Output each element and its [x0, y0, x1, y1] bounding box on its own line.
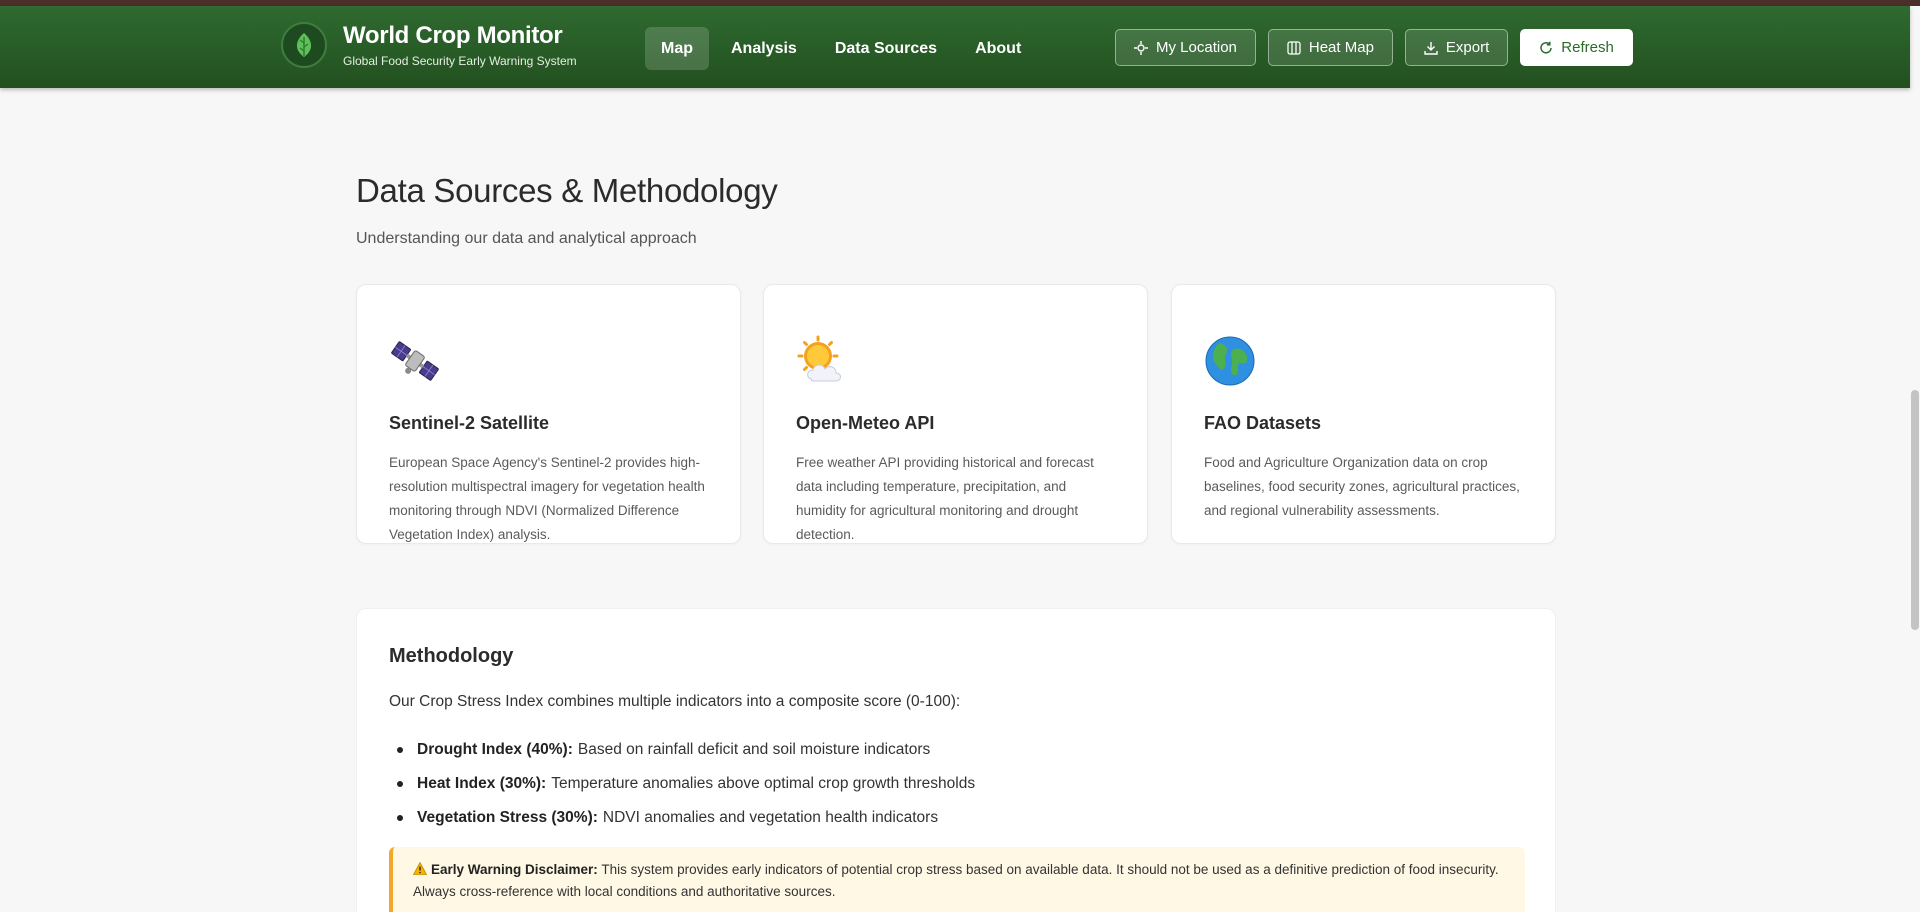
- card-open-meteo: Open-Meteo API Free weather API providin…: [763, 284, 1148, 544]
- indicator-label: Heat Index (30%):: [417, 775, 547, 792]
- bullet-dot: [397, 781, 403, 787]
- page-scrollbar[interactable]: [1911, 390, 1919, 630]
- data-sources-section: Data Sources & Methodology Understanding…: [356, 172, 1556, 912]
- nav-item-analysis[interactable]: Analysis: [715, 27, 813, 70]
- early-warning-disclaimer: Early Warning Disclaimer: This system pr…: [389, 847, 1525, 912]
- card-description: Free weather API providing historical an…: [796, 455, 1094, 542]
- export-button[interactable]: Export: [1404, 29, 1509, 66]
- card-title: FAO Datasets: [1204, 413, 1322, 433]
- export-label: Export: [1445, 39, 1490, 56]
- indicator-text: Based on rainfall deficit and soil moist…: [577, 741, 931, 758]
- my-location-label: My Location: [1156, 39, 1237, 56]
- globe-icon: [1204, 335, 1256, 387]
- list-item: Vegetation Stress (30%): NDVI anomalies …: [389, 801, 975, 835]
- refresh-icon: [1540, 41, 1553, 54]
- card-sentinel-2: Sentinel-2 Satellite European Space Agen…: [356, 284, 741, 544]
- nav-item-about[interactable]: About: [959, 27, 1037, 70]
- refresh-button[interactable]: Refresh: [1520, 29, 1633, 66]
- indicator-label: Vegetation Stress (30%):: [417, 809, 598, 826]
- satellite-icon: [389, 335, 441, 387]
- header-actions: My Location Heat Map Export Refresh: [1115, 29, 1633, 66]
- list-item: Drought Index (40%): Based on rainfall d…: [389, 733, 975, 767]
- indicator-label: Drought Index (40%):: [417, 741, 573, 758]
- indicator-text: NDVI anomalies and vegetation health ind…: [602, 809, 939, 826]
- page-subtitle: Understanding our data and analytical ap…: [356, 230, 697, 247]
- card-title: Sentinel-2 Satellite: [389, 413, 550, 433]
- disclaimer-label: Early Warning Disclaimer:: [431, 862, 598, 877]
- methodology-title: Methodology: [389, 645, 514, 667]
- warning-icon: [412, 861, 428, 875]
- heat-map-icon: [1287, 40, 1301, 55]
- card-description: European Space Agency's Sentinel-2 provi…: [389, 455, 705, 542]
- app-header: World Crop Monitor Global Food Security …: [0, 6, 1910, 88]
- location-crosshair-icon: [1134, 40, 1148, 55]
- card-fao-datasets: FAO Datasets Food and Agriculture Organi…: [1171, 284, 1556, 544]
- card-description: Food and Agriculture Organization data o…: [1204, 455, 1520, 518]
- bullet-dot: [397, 747, 403, 753]
- download-icon: [1424, 41, 1438, 55]
- nav-item-map[interactable]: Map: [645, 27, 709, 70]
- card-title: Open-Meteo API: [796, 413, 935, 433]
- methodology-intro: Our Crop Stress Index combines multiple …: [389, 693, 961, 710]
- list-item: Heat Index (30%): Temperature anomalies …: [389, 767, 975, 801]
- heat-map-label: Heat Map: [1308, 39, 1374, 56]
- my-location-button[interactable]: My Location: [1115, 29, 1256, 66]
- leaf-logo-icon: [281, 22, 327, 68]
- brand[interactable]: World Crop Monitor Global Food Security …: [281, 22, 577, 68]
- app-subtitle: Global Food Security Early Warning Syste…: [343, 54, 577, 68]
- page-title: Data Sources & Methodology: [356, 172, 778, 209]
- main-nav: Map Analysis Data Sources About: [645, 27, 1043, 70]
- refresh-label: Refresh: [1561, 39, 1614, 56]
- methodology-list: Drought Index (40%): Based on rainfall d…: [389, 733, 975, 835]
- sun-behind-cloud-icon: [796, 335, 848, 387]
- source-cards: Sentinel-2 Satellite European Space Agen…: [356, 284, 1556, 544]
- indicator-text: Temperature anomalies above optimal crop…: [551, 775, 976, 792]
- methodology-panel: Methodology Our Crop Stress Index combin…: [356, 608, 1556, 912]
- app-title: World Crop Monitor: [343, 22, 563, 49]
- nav-item-data-sources[interactable]: Data Sources: [819, 27, 953, 70]
- heat-map-button[interactable]: Heat Map: [1267, 29, 1393, 66]
- bullet-dot: [397, 815, 403, 821]
